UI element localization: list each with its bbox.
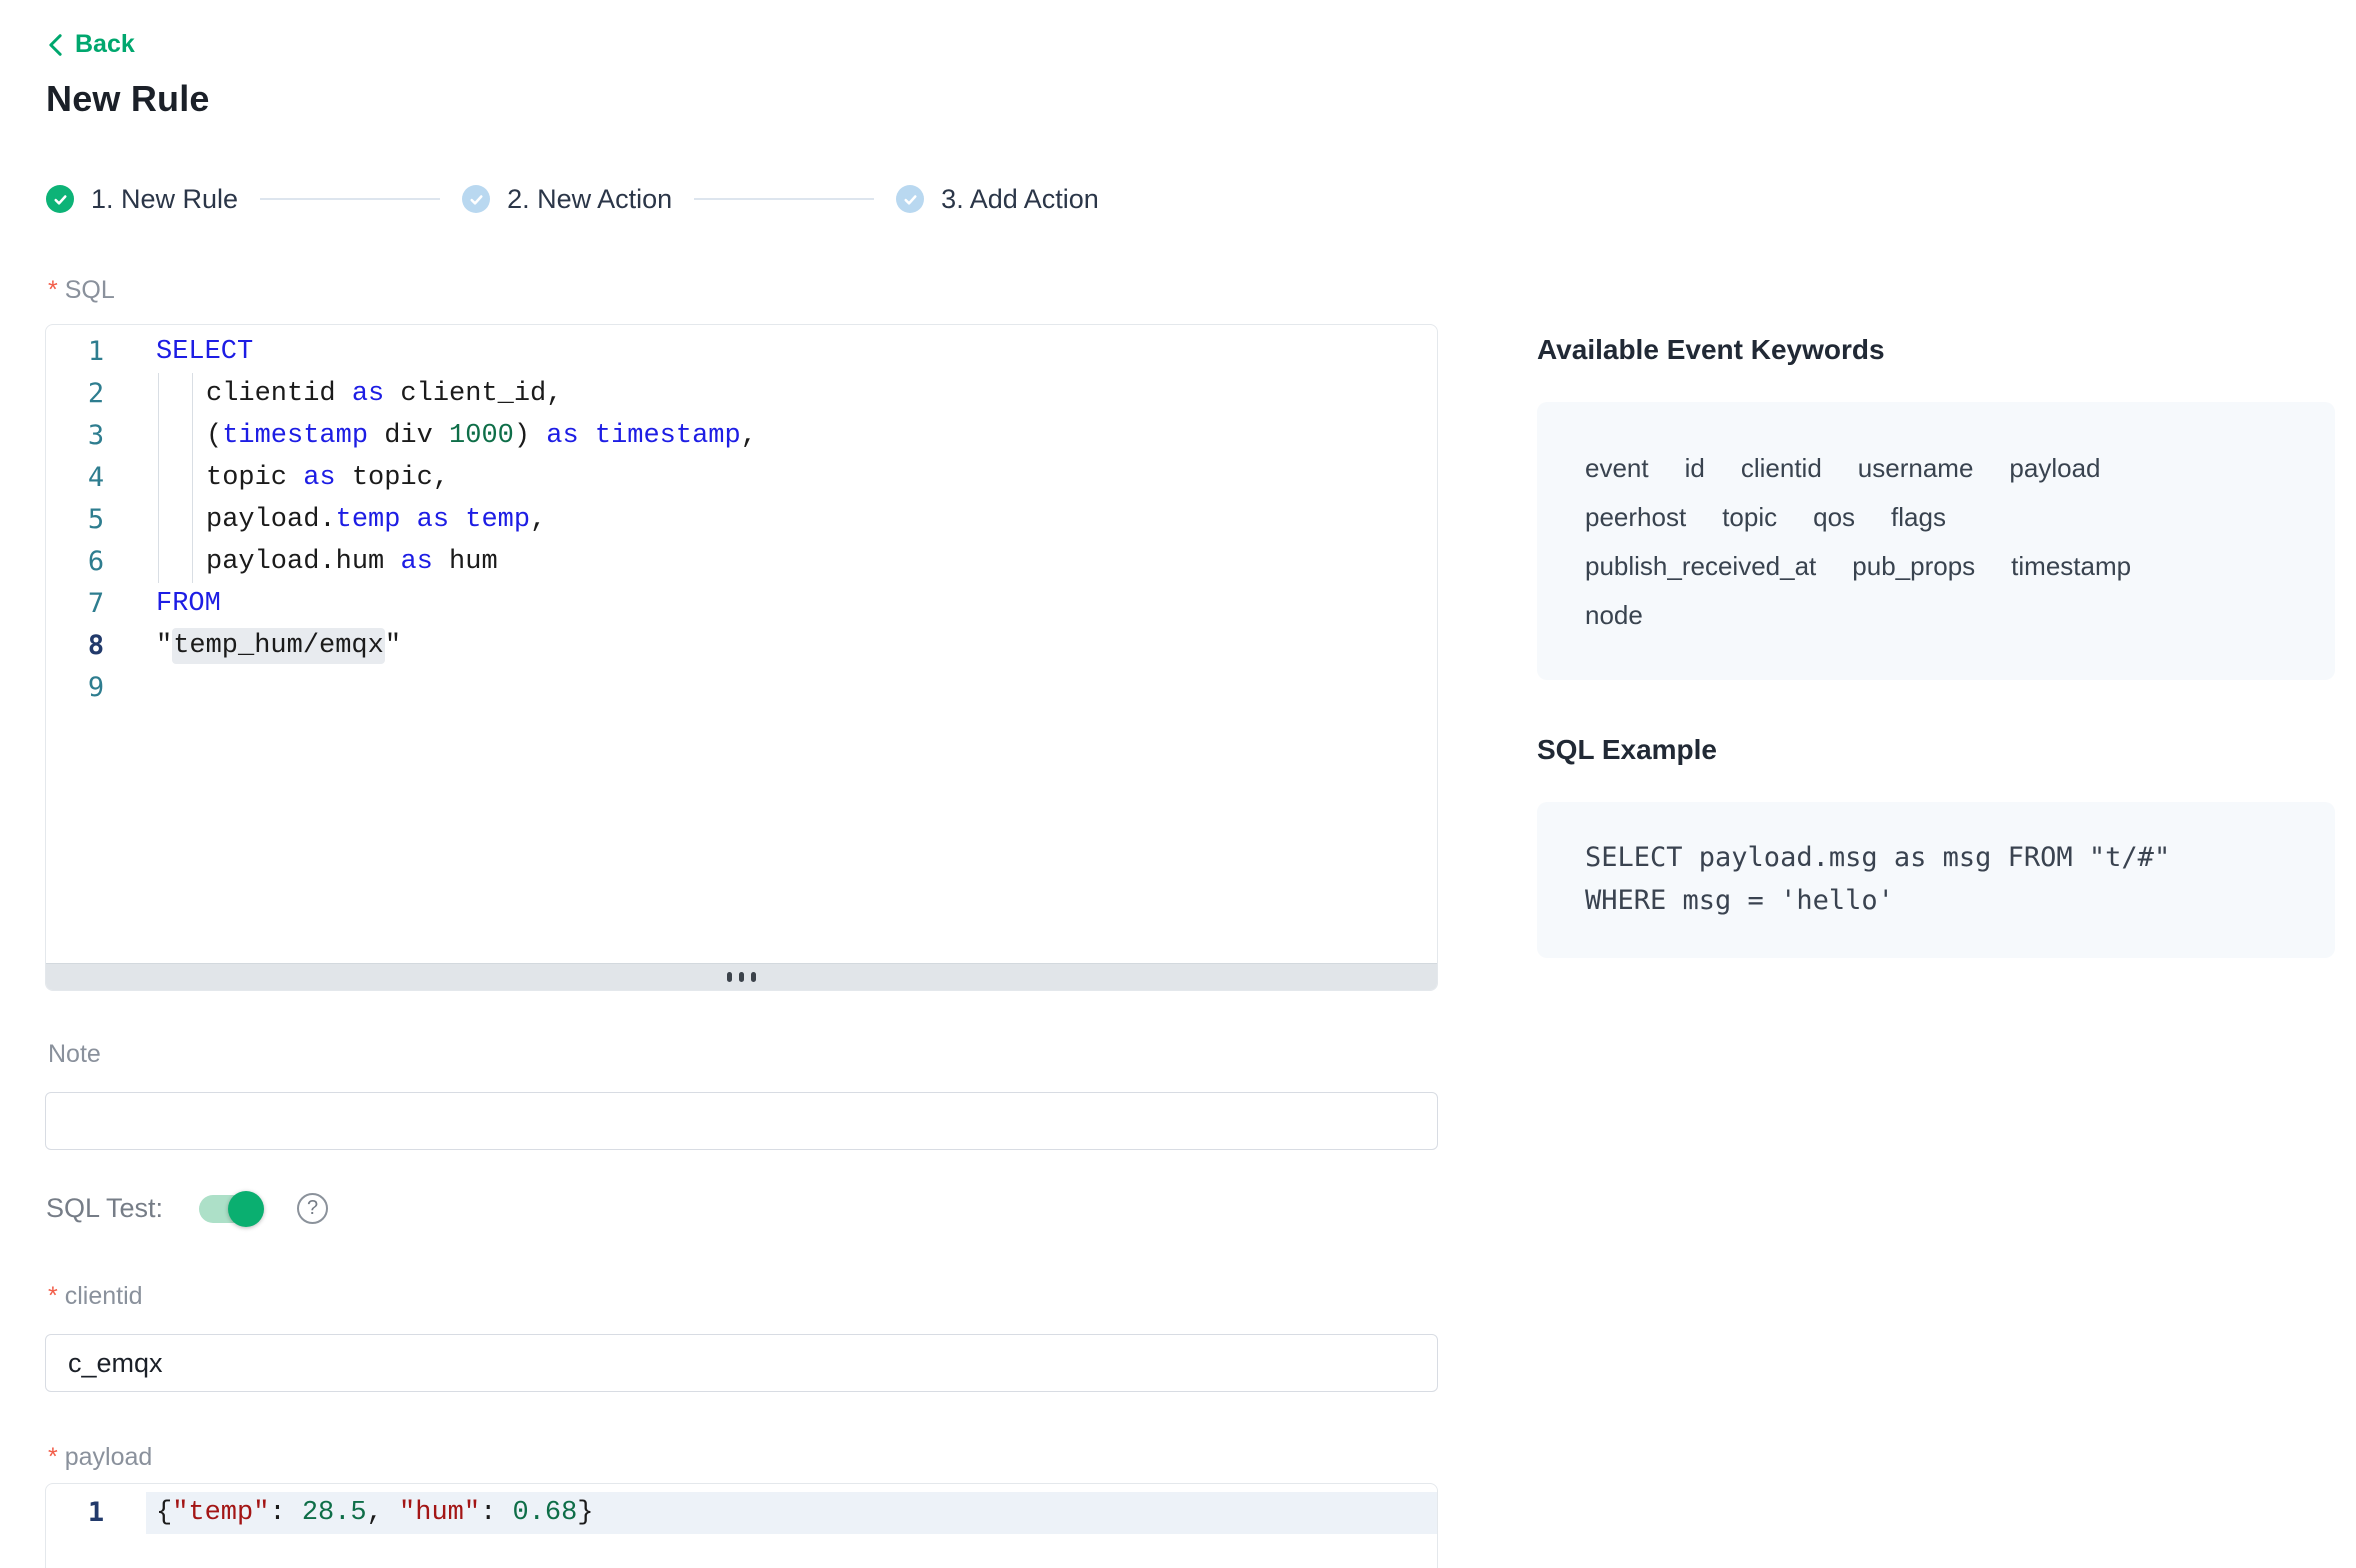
line-number: 2 bbox=[46, 373, 146, 415]
drag-dot bbox=[739, 972, 744, 982]
code-line[interactable]: 6payload.hum as hum bbox=[46, 541, 1437, 583]
check-circle-icon bbox=[46, 185, 74, 213]
line-number: 3 bbox=[46, 415, 146, 457]
indent-guide bbox=[192, 373, 193, 583]
event-keyword: node bbox=[1585, 591, 1643, 640]
code-text: SELECT bbox=[146, 331, 1437, 373]
sql-example-title: SQL Example bbox=[1537, 734, 2335, 766]
step-new-rule[interactable]: 1. New Rule bbox=[46, 184, 238, 215]
sql-example-card: SELECT payload.msg as msg FROM "t/#"WHER… bbox=[1537, 802, 2335, 958]
code-line[interactable]: 9 bbox=[46, 667, 1437, 709]
page-title: New Rule bbox=[46, 78, 210, 120]
code-line[interactable]: 3(timestamp div 1000) as timestamp, bbox=[46, 415, 1437, 457]
line-number: 4 bbox=[46, 457, 146, 499]
event-keyword: publish_received_at bbox=[1585, 542, 1816, 591]
sql-example-line: SELECT payload.msg as msg FROM "t/#" bbox=[1585, 836, 2287, 879]
event-keyword: flags bbox=[1891, 493, 1946, 542]
sql-example-line: WHERE msg = 'hello' bbox=[1585, 879, 2287, 922]
payload-editor[interactable]: 1{"temp": 28.5, "hum": 0.68} bbox=[45, 1483, 1438, 1568]
code-line[interactable]: 8"temp_hum/emqx" bbox=[46, 625, 1437, 667]
clientid-field-label: *clientid bbox=[48, 1282, 143, 1311]
code-line[interactable]: 4topic as topic, bbox=[46, 457, 1437, 499]
required-asterisk: * bbox=[48, 1443, 58, 1471]
indent-guide bbox=[158, 373, 159, 583]
sql-test-row: SQL Test: ? bbox=[46, 1193, 328, 1224]
back-button[interactable]: Back bbox=[46, 30, 135, 59]
drag-dot bbox=[727, 972, 732, 982]
keyword-row: publish_received_at pub_props timestamp bbox=[1585, 542, 2287, 591]
sql-test-label: SQL Test: bbox=[46, 1193, 163, 1224]
code-text: payload.hum as hum bbox=[146, 541, 1437, 583]
code-line[interactable]: 1SELECT bbox=[46, 331, 1437, 373]
step-label: 3. Add Action bbox=[941, 184, 1099, 215]
line-number: 7 bbox=[46, 583, 146, 625]
chevron-left-icon bbox=[46, 33, 65, 57]
event-keyword: username bbox=[1858, 444, 1974, 493]
right-panel: Available Event Keywords eventid clientid… bbox=[1537, 334, 2335, 958]
required-asterisk: * bbox=[48, 276, 58, 304]
step-label: 1. New Rule bbox=[91, 184, 238, 215]
event-keyword: topic bbox=[1722, 493, 1777, 542]
sql-editor[interactable]: 1SELECT2clientid as client_id,3(timestam… bbox=[45, 324, 1438, 991]
check-circle-icon bbox=[896, 185, 924, 213]
event-keyword: id bbox=[1685, 444, 1705, 493]
keyword-row: peerhost topic qos flags bbox=[1585, 493, 2287, 542]
required-asterisk: * bbox=[48, 1282, 58, 1310]
event-keyword: pub_props bbox=[1852, 542, 1975, 591]
code-text: payload.temp as temp, bbox=[146, 499, 1437, 541]
editor-resize-handle[interactable] bbox=[46, 963, 1437, 990]
event-keyword: peerhost bbox=[1585, 493, 1686, 542]
sql-field-label: *SQL bbox=[48, 276, 115, 305]
code-text bbox=[146, 667, 1437, 709]
code-line[interactable]: 7FROM bbox=[46, 583, 1437, 625]
sql-test-toggle[interactable] bbox=[199, 1195, 261, 1223]
keyword-row: node bbox=[1585, 591, 2287, 640]
payload-field-label: *payload bbox=[48, 1443, 152, 1472]
line-number: 9 bbox=[46, 667, 146, 709]
help-icon[interactable]: ? bbox=[297, 1193, 328, 1224]
keywords-card: eventid clientid username payload peerhost to… bbox=[1537, 402, 2335, 680]
note-input[interactable] bbox=[45, 1092, 1438, 1150]
line-number: 1 bbox=[46, 331, 146, 373]
keywords-title: Available Event Keywords bbox=[1537, 334, 2335, 366]
code-text: (timestamp div 1000) as timestamp, bbox=[146, 415, 1437, 457]
event-keyword: payload bbox=[2009, 444, 2100, 493]
back-label: Back bbox=[75, 30, 135, 59]
step-add-action[interactable]: 3. Add Action bbox=[896, 184, 1099, 215]
clientid-input[interactable] bbox=[45, 1334, 1438, 1392]
step-connector bbox=[260, 198, 440, 200]
code-text: clientid as client_id, bbox=[146, 373, 1437, 415]
toggle-knob bbox=[228, 1191, 264, 1227]
code-text: "temp_hum/emqx" bbox=[146, 625, 1437, 667]
keyword-row: eventid clientid username payload bbox=[1585, 444, 2287, 493]
note-field-label: Note bbox=[48, 1040, 101, 1069]
code-text: {"temp": 28.5, "hum": 0.68} bbox=[146, 1492, 1437, 1534]
new-rule-page: Back New Rule 1. New Rule 2. New Action … bbox=[0, 0, 2356, 1568]
event-keyword: qos bbox=[1813, 493, 1855, 542]
event-keyword: event bbox=[1585, 444, 1649, 493]
step-indicator: 1. New Rule 2. New Action 3. Add Action bbox=[46, 182, 1099, 216]
code-text: FROM bbox=[146, 583, 1437, 625]
event-keyword: timestamp bbox=[2011, 542, 2131, 591]
line-number: 8 bbox=[46, 625, 146, 667]
line-number: 5 bbox=[46, 499, 146, 541]
line-number: 1 bbox=[46, 1492, 146, 1534]
drag-dot bbox=[751, 972, 756, 982]
code-line[interactable]: 2clientid as client_id, bbox=[46, 373, 1437, 415]
step-new-action[interactable]: 2. New Action bbox=[462, 184, 672, 215]
step-connector bbox=[694, 198, 874, 200]
code-line[interactable]: 5payload.temp as temp, bbox=[46, 499, 1437, 541]
line-number: 6 bbox=[46, 541, 146, 583]
code-line[interactable]: 1{"temp": 28.5, "hum": 0.68} bbox=[46, 1492, 1437, 1534]
event-keyword: clientid bbox=[1741, 444, 1822, 493]
step-label: 2. New Action bbox=[507, 184, 672, 215]
code-text: topic as topic, bbox=[146, 457, 1437, 499]
check-circle-icon bbox=[462, 185, 490, 213]
